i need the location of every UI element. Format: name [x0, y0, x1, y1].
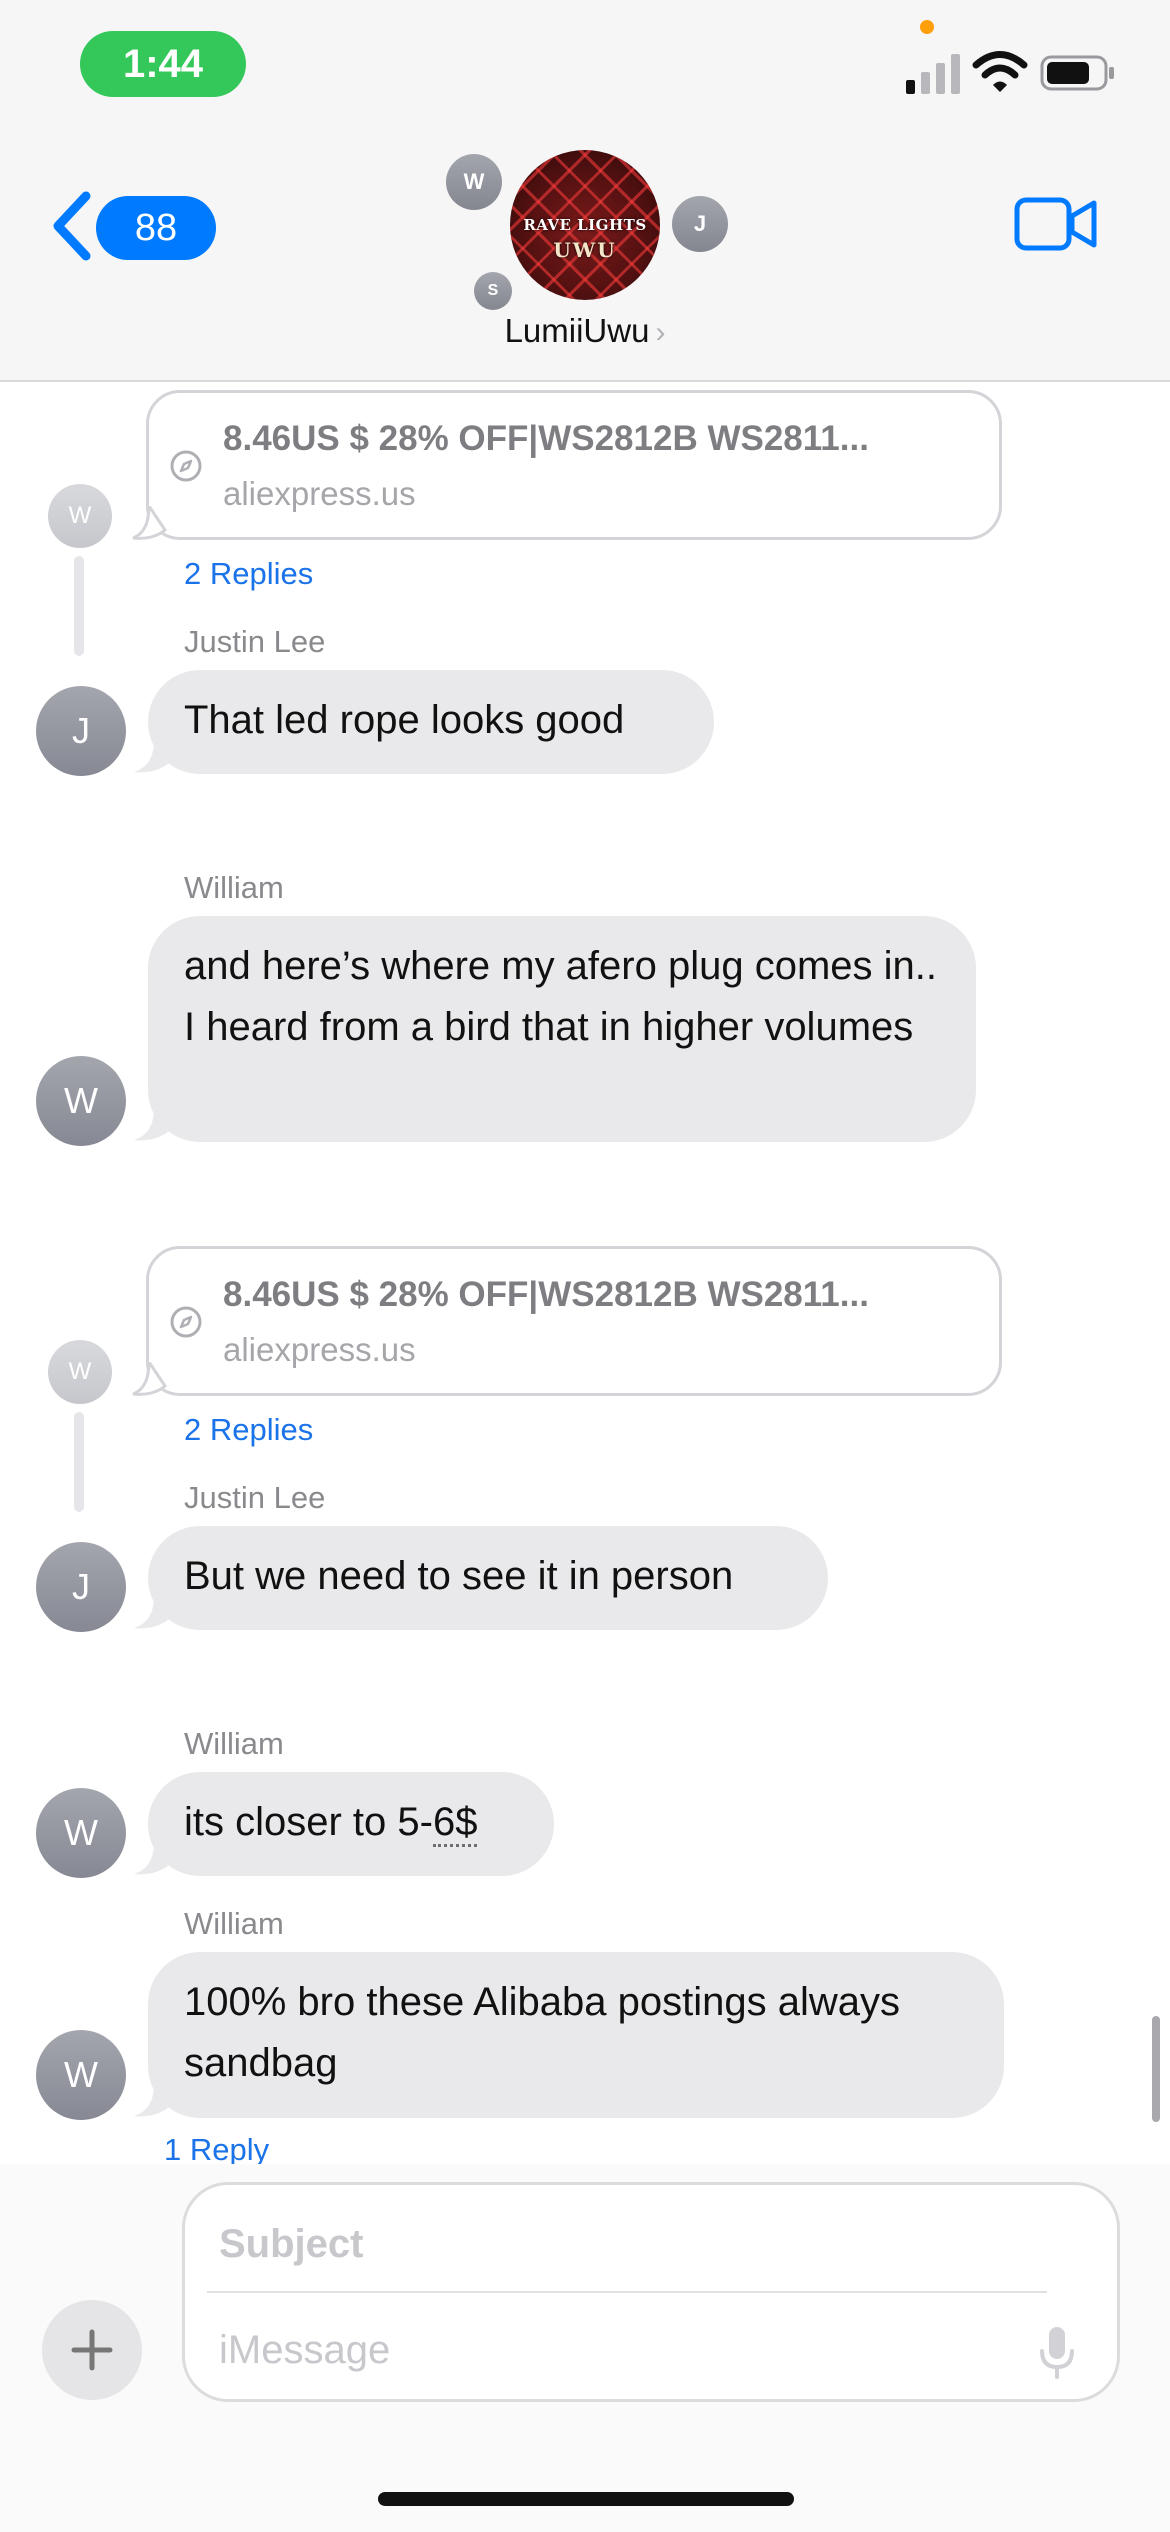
conversation-header: 1:44 88 W RAVE LIGHTS UWU J S LumiiUwu › [0, 0, 1170, 382]
plus-icon [71, 2329, 113, 2371]
conversation-title-text: LumiiUwu [504, 312, 650, 349]
sender-avatar[interactable]: J [36, 1542, 126, 1632]
participant-avatar-j: J [672, 196, 728, 252]
thread-line [74, 556, 84, 656]
chevron-right-icon: › [655, 316, 666, 349]
group-photo[interactable]: RAVE LIGHTS UWU [510, 150, 660, 300]
bubble-tail [134, 1596, 168, 1629]
compass-icon [170, 450, 202, 482]
bubble-tail [132, 506, 167, 540]
participant-avatar-w: W [446, 154, 502, 210]
sender-avatar[interactable]: W [36, 1788, 126, 1878]
participant-avatar-s: S [474, 272, 512, 310]
back-button[interactable]: 88 [44, 186, 216, 266]
message-bubble[interactable]: 100% bro these Alibaba postings always s… [134, 1952, 1004, 2118]
signal-icon [906, 54, 960, 94]
detected-amount-link[interactable]: 6$ [432, 1800, 478, 1847]
back-chevron-icon [53, 191, 91, 261]
conversation-title[interactable]: LumiiUwu › [0, 312, 1170, 350]
link-preview-bubble[interactable]: 8.46US $ 28% OFF|WS2812B WS2811... aliex… [132, 390, 1002, 540]
message-text: That led rope looks good [184, 698, 625, 742]
sender-avatar[interactable]: W [48, 1340, 112, 1404]
message-text: 100% bro these Alibaba postings always s… [184, 1980, 901, 2085]
link-domain: aliexpress.us [223, 1331, 416, 1368]
link-title: 8.46US $ 28% OFF|WS2812B WS2811... [223, 419, 869, 458]
replies-link[interactable]: 2 Replies [184, 1412, 313, 1448]
scroll-indicator[interactable] [1152, 2016, 1160, 2122]
replies-link[interactable]: 1 Reply [164, 2132, 269, 2164]
subject-input[interactable] [219, 2209, 1059, 2279]
video-camera-icon[interactable] [1014, 194, 1098, 254]
privacy-indicator-dot [920, 20, 934, 34]
link-title: 8.46US $ 28% OFF|WS2812B WS2811... [223, 1275, 869, 1314]
message-composer [182, 2182, 1120, 2402]
message-bubble[interactable]: its closer to 5-6$ [134, 1772, 554, 1876]
replies-link[interactable]: 2 Replies [184, 556, 313, 592]
home-indicator[interactable] [378, 2492, 794, 2506]
message-text: But we need to see it in person [184, 1554, 734, 1598]
composer-divider [207, 2291, 1047, 2293]
sender-avatar[interactable]: J [36, 686, 126, 776]
imessage-input[interactable] [219, 2313, 979, 2387]
message-text: and here’s where my afero plug comes in.… [184, 944, 937, 1049]
microphone-icon[interactable] [1037, 2325, 1077, 2381]
wifi-icon [972, 51, 1028, 92]
apps-plus-button[interactable] [42, 2300, 142, 2400]
message-list[interactable]: W 8.46US $ 28% OFF|WS2812B WS2811... ali… [0, 384, 1170, 2164]
sender-name: Justin Lee [184, 624, 326, 659]
bubble-tail [132, 1362, 167, 1396]
group-photo-text-bottom: UWU [553, 238, 617, 262]
compass-icon [170, 1306, 202, 1338]
sender-name: William [184, 1906, 284, 1941]
bubble-tail [134, 1842, 168, 1875]
link-domain: aliexpress.us [223, 475, 416, 512]
link-preview-bubble[interactable]: 8.46US $ 28% OFF|WS2812B WS2811... aliex… [132, 1246, 1002, 1396]
sender-avatar[interactable]: W [36, 2030, 126, 2120]
message-bubble[interactable]: and here’s where my afero plug comes in.… [134, 916, 976, 1142]
battery-icon [1040, 55, 1114, 91]
group-photo-text-top: RAVE LIGHTS [523, 216, 647, 234]
bubble-tail [134, 1108, 168, 1141]
sender-avatar[interactable]: W [48, 484, 112, 548]
bubble-tail [134, 740, 168, 773]
thread-line [74, 1412, 84, 1512]
sender-name: William [184, 1726, 284, 1761]
message-text: its closer to 5- [184, 1800, 433, 1844]
sender-name: Justin Lee [184, 1480, 326, 1515]
message-bubble[interactable]: That led rope looks good [134, 670, 714, 774]
unread-count-badge: 88 [96, 196, 216, 260]
bubble-tail [134, 2084, 168, 2117]
sender-avatar[interactable]: W [36, 1056, 126, 1146]
status-time: 1:44 [80, 31, 246, 97]
sender-name: William [184, 870, 284, 905]
message-bubble[interactable]: But we need to see it in person [134, 1526, 828, 1630]
